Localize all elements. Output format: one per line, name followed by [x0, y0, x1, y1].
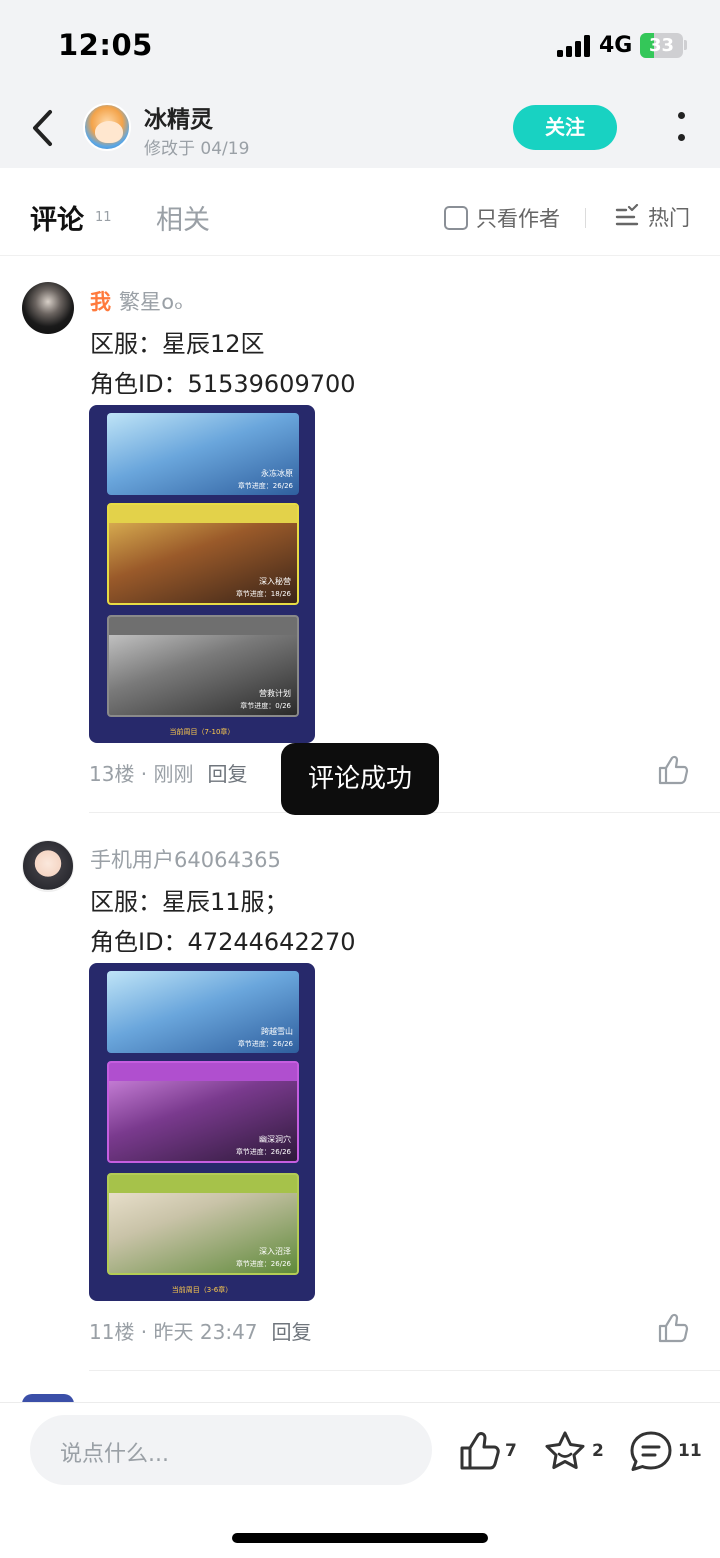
- chapter-panel: 幽深洞穴 章节进度：26/26: [107, 1061, 299, 1163]
- comments-count: 11: [95, 210, 112, 225]
- chapter-progress: 章节进度：26/26: [237, 1040, 293, 1048]
- chapter-progress: 章节进度：26/26: [235, 1260, 291, 1268]
- comment-time: 昨天 23:47: [153, 1320, 258, 1344]
- comment-tabs: 评论 11 相关 只看作者 热门: [0, 168, 720, 256]
- thumbs-up-icon: [460, 1432, 500, 1470]
- comment-count: 11: [678, 1441, 702, 1461]
- comment-meta: 13楼 · 刚刚 回复: [89, 762, 248, 786]
- comment-bubble-icon: [630, 1431, 672, 1471]
- tab-comments-label: 评论: [30, 205, 84, 236]
- chapter-progress: 章节进度：0/26: [240, 702, 291, 710]
- author-avatar[interactable]: [83, 103, 131, 151]
- more-options-button[interactable]: [672, 110, 692, 146]
- comment-header: 手机用户64064365: [90, 844, 281, 874]
- sort-icon: [615, 204, 639, 226]
- favorite-button[interactable]: 2: [542, 1429, 604, 1473]
- author-only-label: 只看作者: [476, 207, 560, 231]
- more-icon: [678, 112, 685, 119]
- reply-button[interactable]: 回复: [272, 1320, 312, 1344]
- image-footer: 当前周目（3-6章）: [171, 1286, 233, 1294]
- chapter-panel: 深入沼泽 章节进度：26/26: [107, 1173, 299, 1275]
- comment-time: 刚刚: [153, 762, 194, 786]
- signal-icon: [557, 35, 591, 57]
- star-icon: [545, 1431, 585, 1469]
- top-header: 12:05 4G 33 冰精灵 修改于 04/19 关注: [0, 0, 720, 168]
- status-time: 12:05: [58, 28, 153, 62]
- chapter-panel: 深入秘营 章节进度：18/26: [107, 503, 299, 605]
- chapter-title: 深入沼泽: [259, 1247, 291, 1256]
- comment-text-line: 角色ID：51539609700: [90, 370, 356, 398]
- thumbs-up-icon: [658, 755, 689, 785]
- chapter-title: 跨越雪山: [261, 1027, 293, 1036]
- home-indicator: [232, 1533, 488, 1543]
- network-type: 4G: [599, 33, 633, 58]
- like-button[interactable]: [656, 753, 690, 787]
- battery-tip: [684, 40, 687, 50]
- like-button[interactable]: [656, 1311, 690, 1345]
- checkbox-icon: [444, 206, 468, 230]
- commenter-avatar[interactable]: [22, 282, 74, 334]
- comment-text-line: 区服：星辰11服；: [90, 888, 289, 916]
- favorite-count: 2: [592, 1441, 604, 1461]
- comment-input[interactable]: 说点什么...: [30, 1415, 432, 1485]
- sort-label: 热门: [648, 206, 690, 230]
- tab-comments[interactable]: 评论: [30, 198, 84, 237]
- image-footer: 当前周目（7-10章）: [169, 728, 235, 736]
- chapter-title: 幽深洞穴: [259, 1135, 291, 1144]
- battery-icon: 33: [640, 33, 683, 58]
- battery-level: 33: [648, 35, 675, 56]
- like-count: 7: [505, 1441, 517, 1461]
- sort-button[interactable]: 热门: [614, 202, 690, 232]
- author-only-toggle[interactable]: 只看作者: [444, 204, 560, 232]
- like-post-button[interactable]: 7: [457, 1429, 517, 1473]
- comment-text-line: 角色ID：47244642270: [90, 928, 356, 956]
- author-name[interactable]: 冰精灵: [144, 100, 213, 134]
- comment-divider: [89, 1370, 720, 1371]
- chapter-title: 永冻冰原: [261, 469, 293, 478]
- chapter-panel: 跨越雪山 章节进度：26/26: [107, 971, 299, 1053]
- floor-number: 13楼: [89, 762, 135, 786]
- divider: [585, 208, 586, 228]
- thumbs-up-icon: [658, 1313, 689, 1343]
- me-tag: 我: [90, 290, 111, 314]
- post-comments-page: 12:05 4G 33 冰精灵 修改于 04/19 关注 评论 11 相关 只看…: [0, 0, 720, 1558]
- follow-button[interactable]: 关注: [513, 105, 617, 150]
- chapter-panel: 营救计划 章节进度：0/26: [107, 615, 299, 717]
- chapter-panel: 永冻冰原 章节进度：26/26: [107, 413, 299, 495]
- commenter-name[interactable]: 手机用户64064365: [90, 848, 281, 872]
- reply-button[interactable]: 回复: [208, 762, 248, 786]
- edited-date: 修改于 04/19: [144, 139, 250, 159]
- comment-text-line: 区服：星辰12区: [90, 330, 265, 358]
- comment-input-placeholder: 说点什么...: [60, 1442, 169, 1467]
- commenter-name[interactable]: 繁星໐ₒ: [119, 290, 183, 314]
- toast-message: 评论成功: [281, 743, 439, 815]
- chevron-left-icon: [33, 110, 52, 146]
- chapter-progress: 章节进度：26/26: [235, 1148, 291, 1156]
- back-button[interactable]: [26, 106, 66, 150]
- chapter-progress: 章节进度：26/26: [237, 482, 293, 490]
- comment-image[interactable]: 跨越雪山 章节进度：26/26 幽深洞穴 章节进度：26/26 深入沼泽 章节进…: [89, 963, 315, 1301]
- comments-button[interactable]: 11: [628, 1429, 702, 1473]
- floor-number: 11楼: [89, 1320, 135, 1344]
- chapter-title: 营救计划: [259, 689, 291, 698]
- commenter-avatar[interactable]: [22, 840, 74, 892]
- chapter-title: 深入秘营: [259, 577, 291, 586]
- comment-header: 我繁星໐ₒ: [90, 286, 183, 316]
- comment-image[interactable]: 永冻冰原 章节进度：26/26 深入秘营 章节进度：18/26 营救计划 章节进…: [89, 405, 315, 743]
- chapter-progress: 章节进度：18/26: [235, 590, 291, 598]
- comment-meta: 11楼 · 昨天 23:47 回复: [89, 1320, 312, 1344]
- tab-related[interactable]: 相关: [156, 198, 210, 237]
